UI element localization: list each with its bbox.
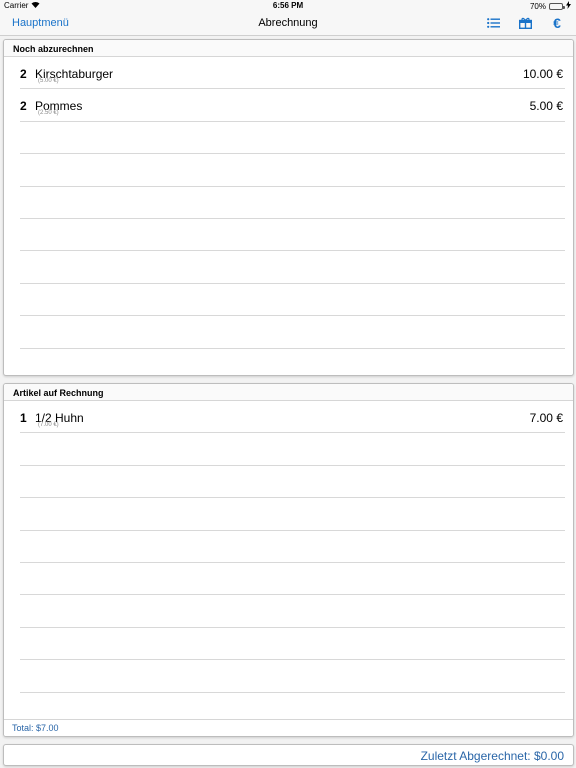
item-unit-price: (5.00 €)	[38, 78, 59, 84]
item-qty: 1	[20, 411, 27, 425]
list-item[interactable]	[20, 251, 565, 284]
list-item[interactable]	[20, 154, 565, 187]
charging-icon	[566, 1, 571, 11]
screen: Carrier 6:56 PM 70% Hauptmenü Abrechnung	[0, 0, 576, 768]
list-item[interactable]: 2 Pommes (2.50 €) 5.00 €	[20, 89, 565, 122]
list-item[interactable]	[20, 316, 565, 349]
list-item[interactable]	[20, 628, 565, 661]
gift-icon[interactable]	[516, 15, 534, 31]
last-billed-label: Zuletzt Abgerechnet: $0.00	[420, 749, 564, 763]
list-item[interactable]: 2 Kirschtaburger (5.00 €) 10.00 €	[20, 57, 565, 90]
battery-percent: 70%	[529, 1, 546, 11]
euro-icon[interactable]: €	[548, 15, 566, 31]
invoice-panel: Artikel auf Rechnung 1 1/2 Huhn (7.00 €) 7.…	[3, 383, 574, 737]
list-item[interactable]	[20, 563, 565, 596]
list-item[interactable]	[20, 433, 565, 466]
list-item[interactable]	[20, 349, 565, 375]
status-right: 70%	[530, 1, 571, 11]
list-item[interactable]	[20, 466, 565, 499]
pending-list: 2 Kirschtaburger (5.00 €) 10.00 €2 Pommes (2.…	[4, 57, 573, 375]
list-item[interactable]	[20, 122, 565, 155]
battery-icon	[549, 2, 565, 10]
last-billed-bar: Zuletzt Abgerechnet: $0.00	[3, 744, 574, 766]
item-qty: 2	[20, 67, 27, 81]
item-unit-price: (2.50 €)	[38, 110, 59, 117]
list-item[interactable]	[20, 595, 565, 628]
pending-panel: Noch abzurechnen 2 Kirschtaburger (5.00 €)…	[3, 39, 574, 376]
status-bar: Carrier 6:56 PM 70%	[0, 0, 576, 12]
list-item[interactable]	[20, 187, 565, 219]
list-icon[interactable]	[484, 15, 502, 31]
item-qty: 2	[20, 99, 27, 114]
navigation-bar: Hauptmenü Abrechnung €	[0, 12, 576, 36]
list-item[interactable]	[20, 219, 565, 252]
item-price: 7.00 €	[529, 411, 563, 425]
list-item[interactable]	[20, 284, 565, 317]
pending-header: Noch abzurechnen	[4, 40, 573, 57]
list-item[interactable]	[20, 531, 565, 563]
list-item[interactable]: 1 1/2 Huhn (7.00 €) 7.00 €	[20, 401, 565, 434]
euro-symbol: €	[553, 15, 561, 31]
invoice-header: Artikel auf Rechnung	[4, 384, 573, 401]
item-price: 5.00 €	[529, 99, 563, 114]
invoice-total: Total: $7.00	[4, 719, 573, 736]
item-unit-price: (7.00 €)	[38, 422, 59, 428]
status-time: 6:56 PM	[272, 1, 304, 10]
nav-actions: €	[484, 15, 566, 31]
invoice-list: 1 1/2 Huhn (7.00 €) 7.00 €	[4, 401, 573, 693]
list-item[interactable]	[20, 660, 565, 693]
item-price: 10.00 €	[522, 67, 563, 81]
list-item[interactable]	[20, 498, 565, 531]
